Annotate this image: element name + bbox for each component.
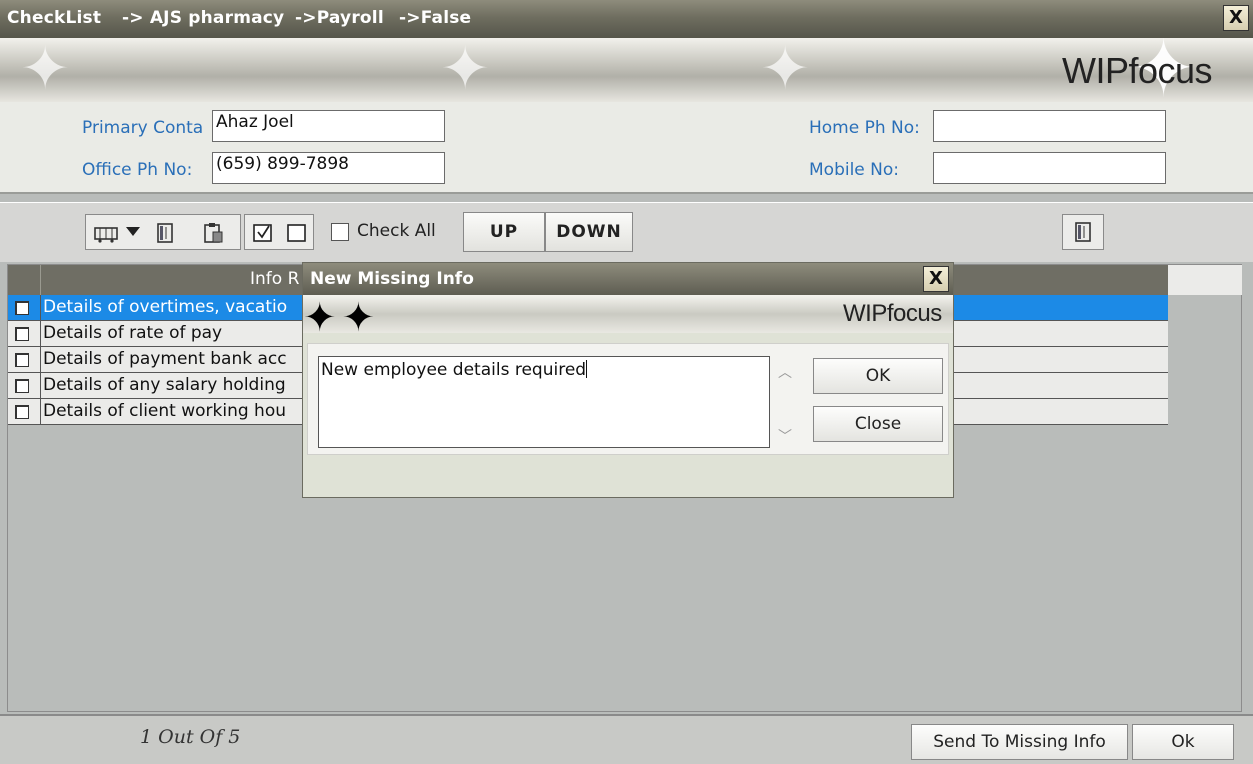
check-all-checkbox[interactable] xyxy=(331,223,349,241)
mobile-label: Mobile No: xyxy=(809,160,900,180)
dialog-title-bar: New Missing Info X xyxy=(303,263,953,295)
row-text: Details of payment bank acc xyxy=(43,349,287,369)
row-checkbox[interactable] xyxy=(8,321,41,347)
toolbar-group-1 xyxy=(85,214,241,250)
contact-panel: Primary Conta Ahaz Joel Office Ph No: (6… xyxy=(0,102,1253,194)
missing-info-textarea[interactable]: New employee details required xyxy=(318,356,770,448)
mobile-field[interactable] xyxy=(933,152,1166,184)
dialog-ok-button[interactable]: OK xyxy=(813,358,943,394)
decor-star-icon: ✦ xyxy=(760,38,811,102)
dialog-close-button[interactable]: Close xyxy=(813,406,943,442)
home-phone-label: Home Ph No: xyxy=(809,118,920,138)
row-checkbox[interactable] xyxy=(8,399,41,425)
row-text: Details of rate of pay xyxy=(43,323,223,343)
decor-star-icon: ✦ xyxy=(303,295,337,333)
office-phone-field[interactable]: (659) 899-7898 xyxy=(212,152,445,184)
row-checkbox[interactable] xyxy=(8,373,41,399)
primary-contact-label: Primary Conta xyxy=(82,118,204,138)
check-all-label: Check All xyxy=(357,221,436,241)
home-phone-field[interactable] xyxy=(933,110,1166,142)
textarea-value: New employee details required xyxy=(321,360,587,380)
toolbar-group-2 xyxy=(244,214,314,250)
new-missing-info-dialog: New Missing Info X ✦ ✦ WIPfocus New empl… xyxy=(302,262,954,498)
clipboard-icon[interactable] xyxy=(202,222,224,244)
window-title-bar: CheckList -> AJS pharmacy ->Payroll ->Fa… xyxy=(0,0,1253,38)
office-phone-label: Office Ph No: xyxy=(82,160,193,180)
move-up-button[interactable]: UP xyxy=(463,212,545,252)
breadcrumb-checklist: CheckList xyxy=(7,8,102,28)
header-banner: ✦ ✦ ✦ ✦ WIPfocus xyxy=(0,38,1253,102)
toolbar-group-3 xyxy=(1062,214,1104,250)
chevron-down-icon[interactable] xyxy=(126,227,140,237)
book-icon[interactable] xyxy=(1074,222,1092,242)
breadcrumb-client: -> AJS pharmacy xyxy=(122,8,285,28)
decor-star-icon: ✦ xyxy=(440,38,491,102)
decor-star-icon: ✦ xyxy=(20,38,71,102)
scroll-down-icon[interactable]: ﹀ xyxy=(778,426,792,446)
header-checkbox-column xyxy=(8,265,41,295)
empty-box-icon[interactable] xyxy=(287,223,307,243)
row-text: Details of any salary holding xyxy=(43,375,286,395)
dialog-body: New employee details required ︿ ﹀ OK Clo… xyxy=(307,343,949,455)
row-text: Details of client working hou xyxy=(43,401,287,421)
pager-status: 1 Out Of 5 xyxy=(140,726,241,748)
book-icon[interactable] xyxy=(156,223,174,243)
decor-star-icon: ✦ xyxy=(341,295,376,333)
dialog-title: New Missing Info xyxy=(310,269,474,289)
breadcrumb-status: ->False xyxy=(399,8,472,28)
dialog-close-icon[interactable]: X xyxy=(923,266,949,292)
ok-button[interactable]: Ok xyxy=(1132,724,1234,760)
footer-bar: 1 Out Of 5 Send To Missing Info Ok xyxy=(0,714,1253,764)
breadcrumb-job: ->Payroll xyxy=(295,8,384,28)
row-checkbox[interactable] xyxy=(8,347,41,373)
dialog-banner: ✦ ✦ WIPfocus xyxy=(303,295,953,333)
dialog-wipfocus-logo: WIPfocus xyxy=(843,300,942,327)
send-to-missing-info-button[interactable]: Send To Missing Info xyxy=(911,724,1128,760)
info-column-header: Info R xyxy=(250,269,300,289)
row-text: Details of overtimes, vacatio xyxy=(43,297,288,317)
scroll-up-icon[interactable]: ︿ xyxy=(778,362,792,382)
text-caret xyxy=(586,360,588,378)
bus-icon[interactable] xyxy=(94,223,118,243)
header-filler xyxy=(1168,265,1242,295)
window-close-button[interactable]: X xyxy=(1223,5,1249,31)
check-box-icon[interactable] xyxy=(253,223,273,243)
primary-contact-field[interactable]: Ahaz Joel xyxy=(212,110,445,142)
wipfocus-logo: WIPfocus xyxy=(1062,50,1213,91)
move-down-button[interactable]: DOWN xyxy=(545,212,633,252)
row-checkbox[interactable] xyxy=(8,295,41,321)
